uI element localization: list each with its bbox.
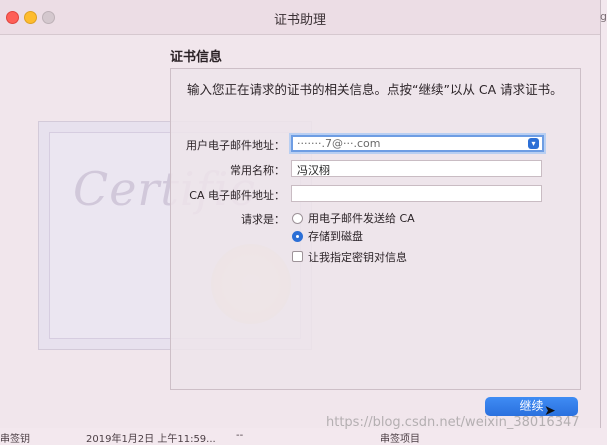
background-row-col4: 串签项目 xyxy=(380,434,420,445)
continue-button[interactable]: 继续 xyxy=(485,397,578,416)
background-row-col3: -- xyxy=(236,430,244,441)
email-field[interactable]: ·······.7@···.com ▾ xyxy=(291,135,544,152)
radio-email-ca[interactable] xyxy=(292,213,303,224)
certificate-assistant-window: 证书助理 Certific 证书信息 输入您正在请求的证书的相关信息。点按“继续… xyxy=(0,0,601,428)
option-save-to-disk-label: 存储到磁盘 xyxy=(308,230,363,243)
specify-keypair-checkbox[interactable] xyxy=(292,251,303,262)
email-value: ·······.7@···.com xyxy=(297,137,381,150)
specify-keypair-label: 让我指定密钥对信息 xyxy=(308,251,407,264)
option-email-ca-label: 用电子邮件发送给 CA xyxy=(308,212,415,225)
background-window-text: gk xyxy=(600,10,607,23)
request-label: 请求是： xyxy=(241,213,285,226)
common-name-field[interactable]: 冯汉栩 xyxy=(291,160,542,177)
common-name-label: 常用名称： xyxy=(230,164,285,177)
radio-save-to-disk[interactable] xyxy=(292,231,303,242)
intro-text: 输入您正在请求的证书的相关信息。点按“继续”以从 CA 请求证书。 xyxy=(187,82,563,97)
ca-email-label: CA 电子邮件地址： xyxy=(189,189,285,202)
ca-email-field[interactable] xyxy=(291,185,542,202)
watermark: https://blog.csdn.net/weixin_38016347 xyxy=(326,415,580,430)
info-panel: 输入您正在请求的证书的相关信息。点按“继续”以从 CA 请求证书。 用户电子邮件… xyxy=(170,68,581,390)
email-label: 用户电子邮件地址： xyxy=(186,139,285,152)
common-name-value: 冯汉栩 xyxy=(297,164,330,177)
window-title: 证书助理 xyxy=(273,13,326,28)
section-heading: 证书信息 xyxy=(170,50,223,65)
background-row-col2: 2019年1月2日 上午11:59... xyxy=(86,434,216,445)
background-row-col1: 串签钥 xyxy=(0,434,30,445)
title-bar: 证书助理 xyxy=(0,0,600,35)
chevron-down-icon[interactable]: ▾ xyxy=(528,138,539,149)
